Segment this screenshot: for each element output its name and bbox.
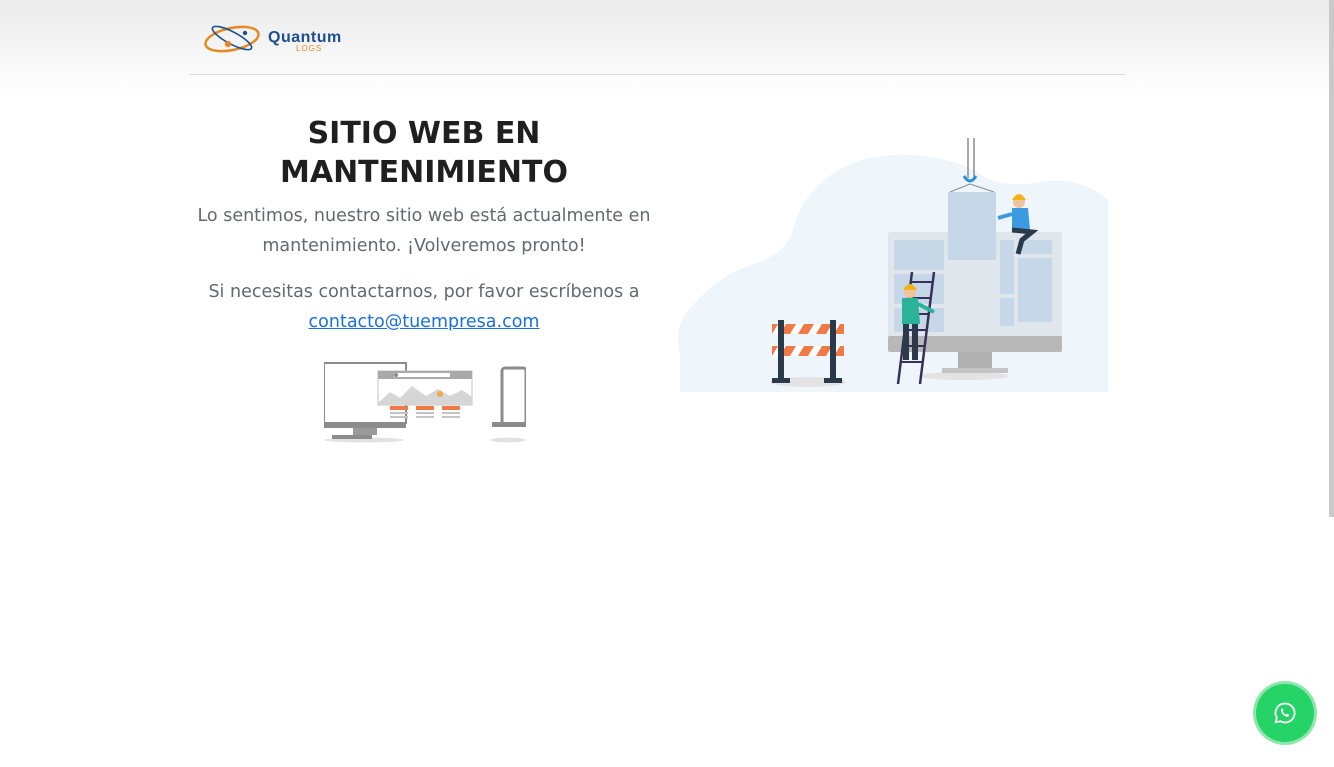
vertical-scrollbar[interactable]: [1329, 0, 1334, 517]
contact-prefix: Si necesitas contactarnos, por favor esc…: [208, 282, 640, 302]
devices-illustration: [324, 362, 526, 443]
page-title-line-1: SITIO WEB EN: [307, 116, 541, 151]
atom-orbit-logo-icon: [204, 25, 260, 53]
logo-subtext: LOGS: [296, 44, 323, 53]
page-title: SITIO WEB EN MANTENIMIENTO: [194, 114, 654, 192]
logo-link[interactable]: Quantum LOGS: [204, 16, 354, 60]
maintenance-page: Quantum LOGS SITIO WEB EN MANTENIMIENTO …: [0, 0, 1334, 767]
contact-email-link[interactable]: contacto@tuempresa.com: [309, 307, 540, 337]
header: [0, 0, 1334, 95]
maintenance-illustration: [677, 138, 1108, 392]
contact-text: Si necesitas contactarnos, por favor esc…: [194, 277, 654, 337]
maintenance-content: SITIO WEB EN MANTENIMIENTO Lo sentimos, …: [194, 114, 654, 337]
page-title-line-2: MANTENIMIENTO: [280, 155, 568, 190]
whatsapp-button[interactable]: [1256, 684, 1314, 742]
whatsapp-icon: [1274, 702, 1296, 724]
maintenance-message: Lo sentimos, nuestro sitio web está actu…: [197, 206, 651, 256]
header-divider: [189, 74, 1125, 75]
